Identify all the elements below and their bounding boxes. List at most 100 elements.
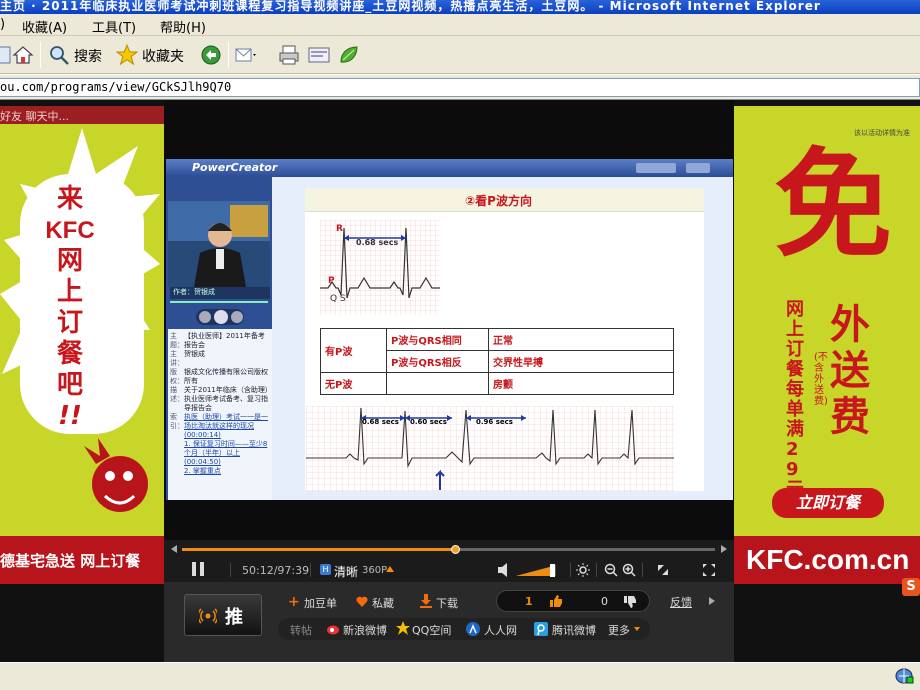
star-icon[interactable] xyxy=(116,44,138,66)
left-ad-char: 来 xyxy=(56,184,83,214)
seek-forward-icon[interactable] xyxy=(720,545,728,553)
thumbs-down-icon[interactable] xyxy=(623,595,637,609)
share-label: 转帖 xyxy=(290,624,312,637)
strip-label: 0.68 secs xyxy=(362,418,399,426)
index-link[interactable]: 1. 保证复习时间——至少8个月（半年）以上 (00:04:50) xyxy=(170,440,270,467)
home-icon[interactable] xyxy=(12,44,34,66)
table-cell: 交界性早搏 xyxy=(488,350,674,373)
play-icon[interactable] xyxy=(214,310,228,324)
search-icon[interactable] xyxy=(48,44,70,66)
pause-icon[interactable] xyxy=(190,562,206,576)
table-cell: 房颤 xyxy=(488,372,674,395)
qzone-icon xyxy=(396,621,410,635)
brightness-icon[interactable] xyxy=(576,563,590,577)
share-panel: 推 + 加豆单 私藏 下载 1 0 反馈 转帖 新浪微博 QQ空间 人人网 腾讯… xyxy=(164,582,734,662)
favorite-button[interactable]: 私藏 xyxy=(372,595,394,611)
chevron-up-icon[interactable] xyxy=(386,566,394,572)
right-ad-domain: KFC.com.cn xyxy=(746,544,910,575)
left-ad-char: 餐 xyxy=(56,339,83,369)
address-bar: ou.com/programs/view/GCkSJlh9Q70 xyxy=(0,75,920,100)
plus-icon: + xyxy=(288,594,300,610)
volume-icon[interactable] xyxy=(498,563,510,577)
index-link[interactable]: 2. 掌握重点 xyxy=(170,467,270,476)
download-button[interactable]: 下载 xyxy=(436,595,458,611)
menu-item-lead: ) xyxy=(0,17,6,32)
right-ad-vertical-text: 网上订餐每单满29元 xyxy=(786,299,804,500)
share-renren[interactable]: 人人网 xyxy=(484,622,517,638)
chevron-down-icon[interactable] xyxy=(634,627,640,631)
menu-item-tools[interactable]: 工具(T) xyxy=(92,17,136,36)
info-row: 主讲： 贺银成 xyxy=(170,350,270,368)
speaker-controls[interactable] xyxy=(196,309,244,325)
address-input[interactable]: ou.com/programs/view/GCkSJlh9Q70 xyxy=(0,78,920,97)
right-ad-note: (不含外送费) xyxy=(814,352,828,407)
menu-item-help[interactable]: 帮助(H) xyxy=(160,17,206,36)
table-row: 无P波 房颤 xyxy=(320,372,674,395)
up-count: 1 xyxy=(525,595,533,608)
left-ad-char: KFC xyxy=(45,217,95,244)
table-cell: P波与QRS相反 xyxy=(386,350,489,373)
messenger-icon[interactable] xyxy=(338,44,360,66)
edit-icon[interactable] xyxy=(308,44,330,66)
zoom-out-icon[interactable] xyxy=(604,563,618,577)
tencent-weibo-icon xyxy=(534,622,548,636)
feedback-link[interactable]: 反馈 xyxy=(670,594,692,610)
info-key: 描述： xyxy=(170,386,184,403)
push-button[interactable]: 推 xyxy=(184,594,262,636)
window-title-bar: 主页 · 2011年临床执业医师考试冲刺班课程复习指导视频讲座_土豆网视频，热播… xyxy=(0,0,920,14)
quality-value[interactable]: 360P xyxy=(362,565,387,576)
divider xyxy=(310,563,311,577)
print-icon[interactable] xyxy=(278,44,300,66)
progress-knob[interactable] xyxy=(450,545,460,554)
info-value: 关于2011年临床（含助理）执业医师考试备考、复习指导报告会 xyxy=(184,386,269,412)
table-cell: 无P波 xyxy=(320,372,387,395)
share-weibo[interactable]: 新浪微博 xyxy=(343,622,387,638)
push-label: 推 xyxy=(225,607,243,628)
table-cell xyxy=(386,372,489,395)
weibo-icon xyxy=(327,625,339,635)
history-icon[interactable] xyxy=(200,44,222,66)
fullscreen-icon[interactable] xyxy=(702,563,716,577)
slide-title: ②看P波方向 xyxy=(465,194,532,208)
left-ad-bottom-text: 德基宅急送 网上订餐 xyxy=(0,552,141,570)
volume-slider[interactable] xyxy=(516,563,560,577)
menu-item-favorites[interactable]: 收藏(A) xyxy=(22,17,67,36)
powercreator-logo: PowerCreator xyxy=(192,161,278,174)
favorites-button-label[interactable]: 收藏夹 xyxy=(142,46,184,66)
zoom-in-icon[interactable] xyxy=(622,563,636,577)
player-control-bar: 50:12/97:39 H 清晰 360P xyxy=(164,540,734,582)
share-more[interactable]: 更多 xyxy=(608,622,630,638)
lecture-sidebar: 作者：贺银成 主题： 【执业医师】2011年备考报告会 主讲： 贺银成 版权： 银成文… xyxy=(166,177,272,500)
ecg-label-r: R xyxy=(336,224,343,234)
kfc-right-ad[interactable]: 该以活动详情为准 免 网上订餐每单满29元 (不含外送费) 外送费 立即订餐 K… xyxy=(734,106,920,584)
order-now-button[interactable]: 立即订餐 xyxy=(772,488,884,518)
p-wave-table: 有P波 P波与QRS相同 正常 P波与QRS相反 交界性早搏 无P波 房颤 xyxy=(320,328,674,395)
index-link[interactable]: 执医（助理）考试一一是一场比淘汰就这样的现况 (00:00:14) xyxy=(184,413,270,440)
search-button-label[interactable]: 搜索 xyxy=(74,46,102,66)
info-row: 描述： 关于2011年临床（含助理）执业医师考试备考、复习指导报告会 xyxy=(170,386,270,413)
quality-label[interactable]: 清晰 xyxy=(334,563,358,580)
left-ad-char: 网 xyxy=(56,246,83,276)
stop-icon[interactable] xyxy=(199,311,211,323)
info-key: 主题： xyxy=(170,332,184,349)
pause-icon[interactable] xyxy=(231,311,243,323)
table-row: 有P波 P波与QRS相同 正常 xyxy=(320,328,674,373)
sohu-icon[interactable]: S xyxy=(902,578,920,596)
left-ad-top-strip: 好友 聊天中... xyxy=(0,106,164,124)
add-douban-button[interactable]: 加豆单 xyxy=(304,595,337,611)
chevron-right-icon[interactable] xyxy=(709,597,715,605)
seek-back-icon[interactable] xyxy=(170,545,178,553)
left-ad-char: !! xyxy=(58,401,82,431)
share-qzone[interactable]: QQ空间 xyxy=(412,622,451,638)
progress-track[interactable] xyxy=(182,545,715,554)
download-icon xyxy=(420,594,432,608)
share-tencent[interactable]: 腾讯微博 xyxy=(552,622,596,638)
thumbs-up-icon[interactable] xyxy=(549,594,563,608)
popout-icon[interactable] xyxy=(656,563,670,577)
speaker-video xyxy=(168,201,270,287)
lecture-info-panel: 主题： 【执业医师】2011年备考报告会 主讲： 贺银成 版权： 银成文化传播有限公司… xyxy=(168,329,272,500)
left-ad-bottom-strip: 德基宅急送 网上订餐 xyxy=(0,536,164,584)
mail-icon[interactable] xyxy=(234,44,256,66)
kfc-left-ad[interactable]: 好友 聊天中... 来 KFC 网 上 订 餐 吧 !! 德基宅急送 网上订餐 xyxy=(0,106,164,584)
left-ad-char: 上 xyxy=(56,277,83,307)
